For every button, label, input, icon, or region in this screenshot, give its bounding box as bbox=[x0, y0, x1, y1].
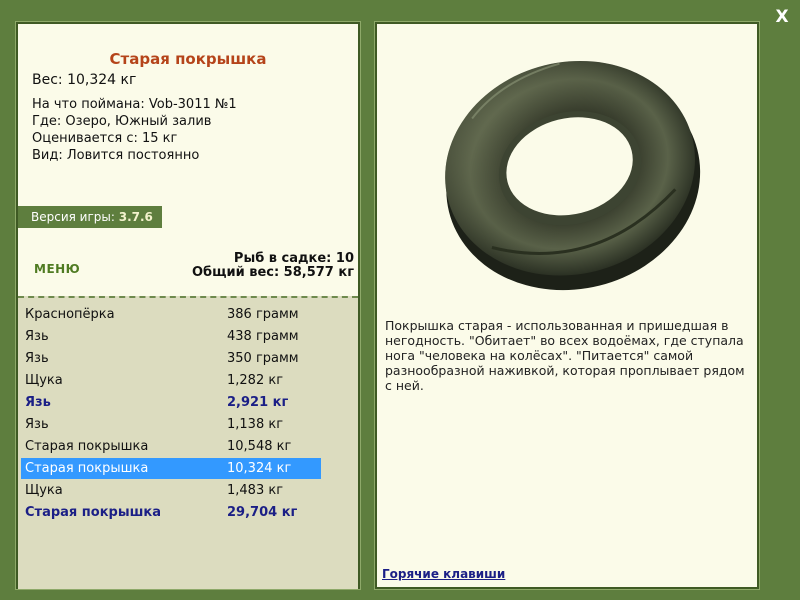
hotkeys-link[interactable]: Горячие клавиши bbox=[382, 567, 505, 581]
catch-row[interactable]: Язь 350 грамм bbox=[21, 348, 321, 369]
catch-weight: 29,704 кг bbox=[227, 505, 298, 520]
catch-name: Язь bbox=[25, 351, 49, 366]
keep-net-total-weight: Общий вес: 58,577 кг bbox=[191, 265, 354, 280]
catch-weight: 1,483 кг bbox=[227, 483, 284, 498]
catch-row[interactable]: Старая покрышка 29,704 кг bbox=[21, 502, 321, 523]
catch-row[interactable]: Старая покрышка 10,548 кг bbox=[21, 436, 321, 457]
fish-title: Старая покрышка bbox=[109, 50, 267, 68]
catch-weight: 10,324 кг bbox=[227, 461, 292, 476]
catch-name: Старая покрышка bbox=[25, 439, 149, 454]
fish-location: Где: Озеро, Южный залив bbox=[32, 114, 212, 129]
catch-weight: 386 грамм bbox=[227, 307, 299, 322]
catch-row-selected[interactable]: Старая покрышка 10,324 кг bbox=[21, 458, 321, 479]
fish-type: Вид: Ловится постоянно bbox=[32, 148, 200, 163]
catch-name: Язь bbox=[25, 395, 51, 410]
fish-description: Покрышка старая - использованная и прише… bbox=[385, 318, 745, 393]
catch-weight: 10,548 кг bbox=[227, 439, 292, 454]
catch-name: Язь bbox=[25, 417, 49, 432]
catch-name: Краснопёрка bbox=[25, 307, 115, 322]
catch-weight: 438 грамм bbox=[227, 329, 299, 344]
version-number: 3.7.6 bbox=[118, 210, 153, 224]
fish-weight: Вес: 10,324 кг bbox=[32, 72, 137, 88]
catch-name: Щука bbox=[25, 373, 63, 388]
keep-net-stats: Рыб в садке: 10 Общий вес: 58,577 кг bbox=[192, 252, 354, 280]
catch-row[interactable]: Язь 2,921 кг bbox=[21, 392, 321, 413]
catch-name: Щука bbox=[25, 483, 63, 498]
catch-weight: 2,921 кг bbox=[227, 395, 289, 410]
menu-button[interactable]: МЕНЮ bbox=[34, 262, 80, 276]
catch-name: Старая покрышка bbox=[25, 461, 149, 476]
catch-weight: 350 грамм bbox=[227, 351, 299, 366]
catch-row[interactable]: Краснопёрка 386 грамм bbox=[21, 304, 321, 325]
keep-net-count: Рыб в садке: 10 bbox=[233, 251, 354, 266]
catch-row[interactable]: Язь 1,138 кг bbox=[21, 414, 321, 435]
catch-row[interactable]: Щука 1,282 кг bbox=[21, 370, 321, 391]
fish-image bbox=[437, 36, 707, 306]
catch-list[interactable]: Краснопёрка 386 грамм Язь 438 грамм Язь 350 г… bbox=[18, 296, 358, 589]
game-version-bar: Версия игры: 3.7.6 bbox=[18, 206, 162, 228]
fish-bait: На что поймана: Vob-3011 №1 bbox=[32, 97, 237, 112]
catch-weight: 1,282 кг bbox=[227, 373, 284, 388]
catch-name: Язь bbox=[25, 329, 49, 344]
close-button[interactable]: X bbox=[771, 6, 793, 28]
catch-row[interactable]: Щука 1,483 кг bbox=[21, 480, 321, 501]
fish-image-panel: Покрышка старая - использованная и прише… bbox=[374, 21, 760, 590]
version-label: Версия игры: bbox=[31, 210, 115, 224]
fish-info-panel: Старая покрышка Вес: 10,324 кг На что по… bbox=[15, 21, 361, 590]
catch-name: Старая покрышка bbox=[25, 505, 161, 520]
tire-image bbox=[445, 60, 701, 291]
fish-details: На что поймана: Vob-3011 №1 Где: Озеро, … bbox=[32, 96, 237, 164]
fish-value: Оценивается с: 15 кг bbox=[32, 131, 178, 146]
catch-weight: 1,138 кг bbox=[227, 417, 284, 432]
catch-row[interactable]: Язь 438 грамм bbox=[21, 326, 321, 347]
